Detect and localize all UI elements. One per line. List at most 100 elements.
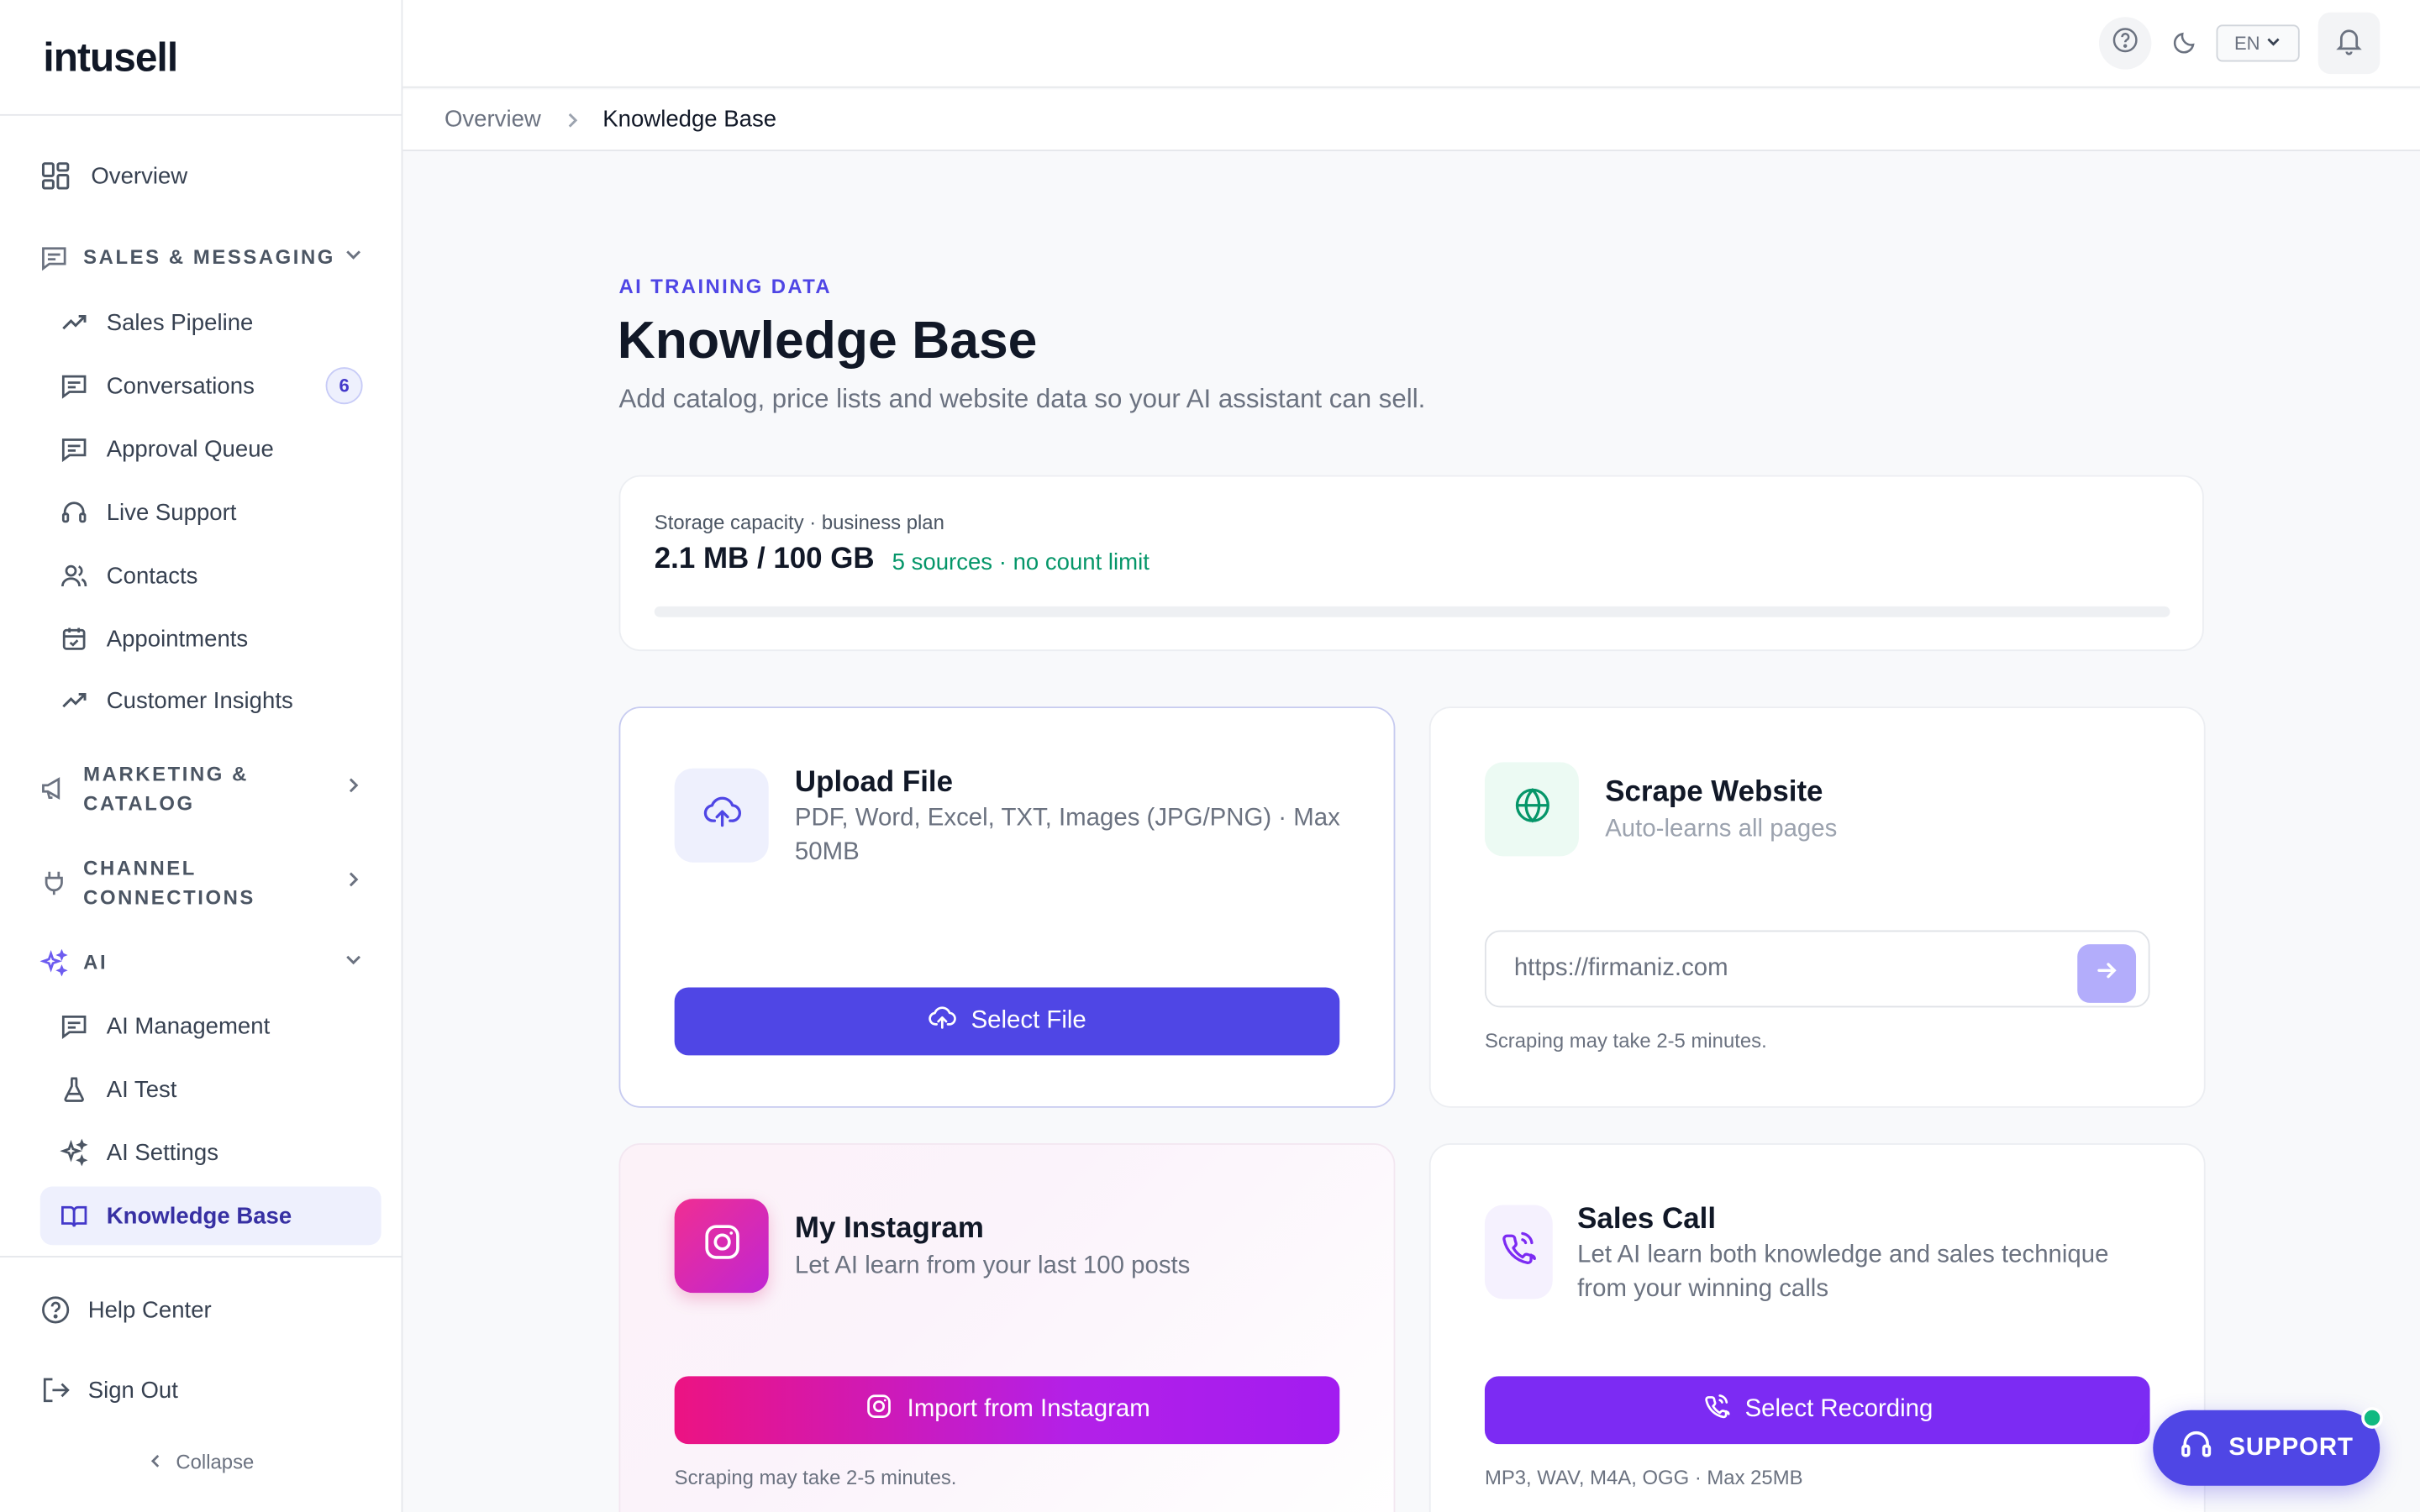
nav-label: Customer Insights: [106, 687, 293, 714]
help-circle-icon: [2112, 25, 2139, 60]
nav-overview[interactable]: Overview: [40, 146, 381, 205]
nav-label: AI Test: [106, 1076, 177, 1103]
instagram-icon: [700, 1221, 743, 1272]
globe-icon: [1512, 785, 1552, 833]
sales-call-description: Let AI learn both knowledge and sales te…: [1577, 1242, 2109, 1303]
language-select[interactable]: EN: [2216, 24, 2300, 62]
cloud-upload-icon: [928, 1003, 957, 1040]
section-label: AI: [83, 950, 108, 974]
instagram-title: My Instagram: [794, 1212, 984, 1246]
globe-icon-box: [1484, 762, 1579, 857]
sidebar-item-live-support[interactable]: Live Support: [40, 483, 381, 542]
nav-label: Approval Queue: [106, 435, 274, 463]
sidebar-item-ai-test[interactable]: AI Test: [40, 1060, 381, 1119]
sign-out-button[interactable]: Sign Out: [40, 1361, 381, 1420]
sales-call-card: Sales Call Let AI learn both knowledge a…: [1428, 1143, 2206, 1512]
divider: [0, 1256, 402, 1257]
sales-call-title: Sales Call: [1577, 1203, 1717, 1236]
chevron-down-icon: [2266, 33, 2281, 55]
phone-call-icon: [1498, 1228, 1539, 1276]
support-label: SUPPORT: [2228, 1434, 2354, 1461]
collapse-sidebar-button[interactable]: Collapse: [148, 1450, 255, 1474]
scrape-hint: Scraping may take 2-5 minutes.: [1484, 1029, 1767, 1053]
scrape-submit-button[interactable]: [2077, 944, 2137, 1003]
unread-count-badge: 6: [325, 367, 363, 405]
nav-label: AI Settings: [106, 1139, 218, 1166]
online-status-dot: [2361, 1407, 2383, 1429]
arrow-right-icon: [2094, 958, 2118, 990]
nav-label: Contacts: [106, 562, 198, 589]
topbar: EN: [402, 0, 2420, 88]
select-recording-button[interactable]: Select Recording: [1484, 1376, 2150, 1445]
sidebar-item-customer-insights[interactable]: Customer Insights: [40, 671, 381, 730]
storage-card: Storage capacity · business plan 2.1 MB …: [618, 475, 2204, 652]
nav-label: Overview: [91, 162, 188, 190]
nav-label: Live Support: [106, 499, 237, 526]
notifications-button[interactable]: [2317, 12, 2381, 75]
cloud-upload-icon: [702, 791, 742, 839]
nav-label: Sign Out: [87, 1377, 178, 1404]
upload-file-card: Upload File PDF, Word, Excel, TXT, Image…: [618, 706, 1396, 1108]
collapse-label: Collapse: [176, 1450, 255, 1474]
breadcrumb: Overview Knowledge Base: [402, 89, 2420, 152]
scrape-title: Scrape Website: [1605, 775, 1823, 809]
section-label: CHANNEL CONNECTIONS: [83, 856, 255, 909]
instagram-card: My Instagram Let AI learn from your last…: [618, 1143, 1396, 1512]
dark-mode-toggle[interactable]: [2169, 28, 2202, 61]
page-title: Knowledge Base: [617, 312, 1038, 370]
sidebar-item-conversations[interactable]: Conversations 6: [40, 356, 381, 415]
button-label: Select File: [971, 1007, 1086, 1034]
headset-icon: [2180, 1427, 2213, 1469]
breadcrumb-overview[interactable]: Overview: [445, 107, 541, 133]
book-icon: [59, 1200, 90, 1231]
instagram-description: Let AI learn from your last 100 posts: [794, 1252, 1191, 1279]
chevron-left-icon: [148, 1451, 163, 1474]
nav-label: AI Management: [106, 1012, 271, 1040]
plug-icon: [40, 869, 68, 896]
sidebar-item-knowledge-base[interactable]: Knowledge Base: [39, 1186, 381, 1246]
instagram-hint: Scraping may take 2-5 minutes.: [674, 1465, 957, 1489]
dashboard-icon: [40, 160, 71, 192]
sparkles-icon: [39, 948, 68, 976]
moon-icon: [2173, 29, 2197, 61]
select-file-button[interactable]: Select File: [674, 987, 1340, 1056]
section-ai[interactable]: AI: [39, 948, 381, 977]
nav-label: Sales Pipeline: [106, 309, 254, 336]
flask-icon: [59, 1074, 90, 1105]
button-label: Import from Instagram: [907, 1396, 1150, 1423]
section-marketing-catalog[interactable]: MARKETING & CATALOG: [40, 759, 381, 818]
chevron-right-icon: [563, 110, 581, 129]
instagram-icon: [864, 1392, 893, 1429]
sidebar-item-ai-settings[interactable]: AI Settings: [40, 1123, 381, 1182]
nav-label: Appointments: [106, 625, 249, 653]
sidebar-item-ai-management[interactable]: AI Management: [40, 997, 381, 1056]
chevron-right-icon: [345, 869, 363, 896]
page-eyebrow: AI TRAINING DATA: [618, 274, 833, 298]
message-icon: [59, 370, 90, 402]
help-center-link[interactable]: Help Center: [40, 1280, 381, 1339]
nav-label: Knowledge Base: [106, 1202, 292, 1229]
import-instagram-button[interactable]: Import from Instagram: [674, 1376, 1340, 1445]
sidebar-item-sales-pipeline[interactable]: Sales Pipeline: [40, 293, 381, 352]
support-button[interactable]: SUPPORT: [2153, 1410, 2381, 1486]
message-icon: [59, 433, 90, 465]
phone-call-icon: [1702, 1392, 1731, 1429]
section-channel-connections[interactable]: CHANNEL CONNECTIONS: [40, 853, 381, 912]
sidebar-item-approval-queue[interactable]: Approval Queue: [40, 420, 381, 479]
storage-used: 2.1 MB / 100 GB: [654, 543, 875, 576]
brand-logo[interactable]: intusell: [43, 34, 178, 81]
page-subtitle: Add catalog, price lists and website dat…: [618, 384, 1426, 414]
help-circle-icon: [40, 1294, 71, 1326]
chevron-down-icon: [345, 243, 363, 270]
sidebar-item-appointments[interactable]: Appointments: [40, 610, 381, 669]
upload-icon-box: [674, 768, 769, 863]
scrape-description: Auto-learns all pages: [1605, 816, 1838, 843]
help-button[interactable]: [2098, 17, 2152, 70]
nav-label: Help Center: [87, 1296, 212, 1324]
message-icon: [40, 243, 68, 270]
sign-out-icon: [40, 1375, 71, 1406]
sidebar-item-contacts[interactable]: Contacts: [40, 546, 381, 605]
website-url-input[interactable]: [1513, 932, 2070, 1006]
section-sales-messaging[interactable]: SALES & MESSAGING: [40, 242, 381, 271]
trend-up-icon: [59, 685, 90, 717]
